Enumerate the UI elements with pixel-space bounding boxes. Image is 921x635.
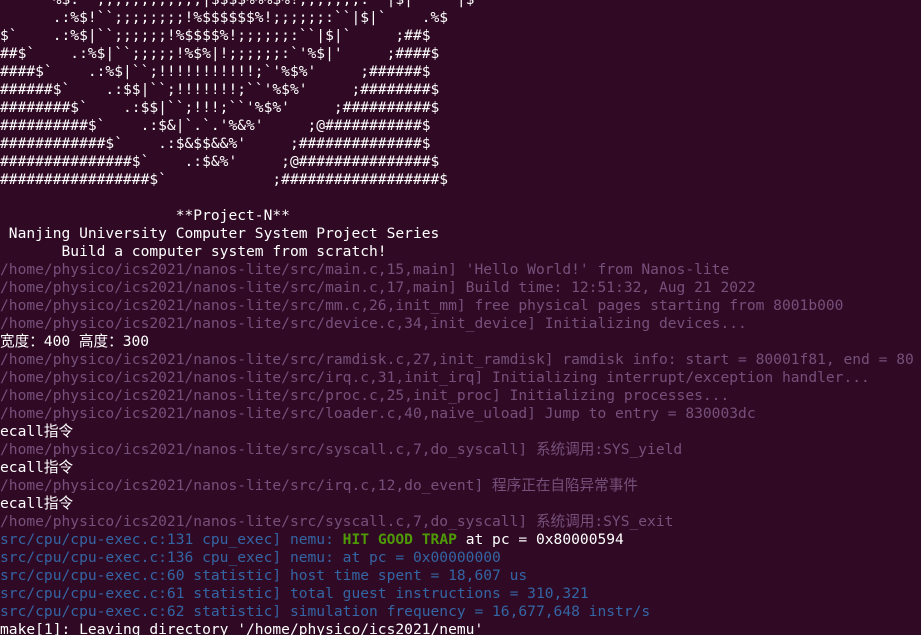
terminal-text: #################$` ;##################$ <box>0 171 449 188</box>
terminal-line: src/cpu/cpu-exec.c:62 statistic] simulat… <box>0 603 921 621</box>
terminal-line: /home/physico/ics2021/nanos-lite/src/sys… <box>0 513 921 531</box>
terminal-line: src/cpu/cpu-exec.c:136 cpu_exec] nemu: a… <box>0 549 921 567</box>
terminal-line: ###############$` .:$&%' ;@#############… <box>0 153 921 171</box>
terminal-text: /home/physico/ics2021/nanos-lite/src/dev… <box>0 315 747 332</box>
terminal-text: /home/physico/ics2021/nanos-lite/src/pro… <box>0 387 730 404</box>
terminal-line: /home/physico/ics2021/nanos-lite/src/irq… <box>0 477 921 495</box>
terminal-text: ecall指令 <box>0 495 74 512</box>
terminal-line: make[1]: Leaving directory '/home/physic… <box>0 621 921 635</box>
terminal-line: /home/physico/ics2021/nanos-lite/src/mai… <box>0 261 921 279</box>
terminal-text: HIT GOOD TRAP <box>342 531 457 548</box>
terminal-line: /home/physico/ics2021/nanos-lite/src/mm.… <box>0 297 921 315</box>
terminal-text: /home/physico/ics2021/nanos-lite/src/irq… <box>0 477 638 494</box>
terminal-line: 宽度：400 高度：300 <box>0 333 921 351</box>
terminal-text: ######$` .:$$|``;!!!!!!!;``'%$%' ;######… <box>0 81 440 98</box>
terminal-line: %$: ;;;;;;;;;;;;|$$$$%%%$%!;;;;;;;: |$| … <box>0 0 921 9</box>
terminal-text: /home/physico/ics2021/nanos-lite/src/loa… <box>0 405 756 422</box>
terminal-line: /home/physico/ics2021/nanos-lite/src/loa… <box>0 405 921 423</box>
terminal-line: #################$` ;##################$ <box>0 171 921 189</box>
terminal-text: /home/physico/ics2021/nanos-lite/src/sys… <box>0 513 674 530</box>
terminal-line: ##########$` .:$&|`.`.'%&%' ;@##########… <box>0 117 921 135</box>
terminal-text: ecall指令 <box>0 459 74 476</box>
terminal-text: /home/physico/ics2021/nanos-lite/src/irq… <box>0 369 870 386</box>
terminal-line: src/cpu/cpu-exec.c:131 cpu_exec] nemu: H… <box>0 531 921 549</box>
terminal-text: ##$` .:%$|``;;;;;!%$%|!;;;;;;:`'%$|' ;##… <box>0 45 440 62</box>
terminal-line: ####$` .:%$|``;!!!!!!!!!!!;`'%$%' ;#####… <box>0 63 921 81</box>
terminal-text: ####$` .:%$|``;!!!!!!!!!!!;`'%$%' ;#####… <box>0 63 431 80</box>
terminal-output: %$: ;;;;;;;;;;;;|$$$$%%%$%!;;;;;;;: |$| … <box>0 0 921 635</box>
terminal-window[interactable]: %$: ;;;;;;;;;;;;|$$$$%%%$%!;;;;;;;: |$| … <box>0 0 921 635</box>
terminal-line: /home/physico/ics2021/nanos-lite/src/ram… <box>0 351 921 369</box>
terminal-line: $` .:%$|``;;;;;;!%$$$$%!;;;;;;:``|$|` ;#… <box>0 27 921 45</box>
terminal-text: make[1]: Leaving directory '/home/physic… <box>0 621 484 635</box>
terminal-text: ############$` .:$&$$&&%' ;#############… <box>0 135 431 152</box>
terminal-text: .:%$!``;;;;;;;;!%$$$$$$%!;;;;;;:``|$|` .… <box>0 9 449 26</box>
terminal-line: /home/physico/ics2021/nanos-lite/src/dev… <box>0 315 921 333</box>
terminal-text: src/cpu/cpu-exec.c:62 statistic] simulat… <box>0 603 651 620</box>
terminal-text: %$: ;;;;;;;;;;;;|$$$$%%%$%!;;;;;;;: |$| … <box>0 0 475 8</box>
terminal-text: ecall指令 <box>0 423 74 440</box>
terminal-line: src/cpu/cpu-exec.c:60 statistic] host ti… <box>0 567 921 585</box>
terminal-text: ##########$` .:$&|`.`.'%&%' ;@##########… <box>0 117 431 134</box>
terminal-line: /home/physico/ics2021/nanos-lite/src/pro… <box>0 387 921 405</box>
terminal-text: $` .:%$|``;;;;;;!%$$$$%!;;;;;;:``|$|` ;#… <box>0 27 431 44</box>
terminal-text: src/cpu/cpu-exec.c:60 statistic] host ti… <box>0 567 528 584</box>
terminal-text: /home/physico/ics2021/nanos-lite/src/sys… <box>0 441 683 458</box>
terminal-text: **Project-N** <box>0 207 290 224</box>
terminal-text: 宽度：400 高度：300 <box>0 333 150 350</box>
terminal-text: Nanjing University Computer System Proje… <box>0 225 440 242</box>
terminal-line: ecall指令 <box>0 423 921 441</box>
terminal-line: /home/physico/ics2021/nanos-lite/src/mai… <box>0 279 921 297</box>
terminal-line: /home/physico/ics2021/nanos-lite/src/sys… <box>0 441 921 459</box>
terminal-line: ######$` .:$$|``;!!!!!!!;``'%$%' ;######… <box>0 81 921 99</box>
terminal-text: /home/physico/ics2021/nanos-lite/src/mai… <box>0 279 756 296</box>
terminal-line: **Project-N** <box>0 207 921 225</box>
terminal-line: ############$` .:$&$$&&%' ;#############… <box>0 135 921 153</box>
terminal-line: ########$` .:$$|``;!!!;``'%$%' ;########… <box>0 99 921 117</box>
terminal-line: Nanjing University Computer System Proje… <box>0 225 921 243</box>
terminal-text: /home/physico/ics2021/nanos-lite/src/mai… <box>0 261 730 278</box>
terminal-text: ########$` .:$$|``;!!!;``'%$%' ;########… <box>0 99 440 116</box>
terminal-text: at pc = 0x80000594 <box>456 531 624 548</box>
terminal-text: ###############$` .:$&%' ;@#############… <box>0 153 440 170</box>
terminal-line: /home/physico/ics2021/nanos-lite/src/irq… <box>0 369 921 387</box>
terminal-line: ecall指令 <box>0 459 921 477</box>
terminal-line: src/cpu/cpu-exec.c:61 statistic] total g… <box>0 585 921 603</box>
terminal-text: src/cpu/cpu-exec.c:131 cpu_exec] nemu: <box>0 531 343 548</box>
terminal-text: src/cpu/cpu-exec.c:61 statistic] total g… <box>0 585 589 602</box>
terminal-line: .:%$!``;;;;;;;;!%$$$$$$%!;;;;;;:``|$|` .… <box>0 9 921 27</box>
terminal-line: ecall指令 <box>0 495 921 513</box>
terminal-text: src/cpu/cpu-exec.c:136 cpu_exec] nemu: a… <box>0 549 501 566</box>
terminal-text: /home/physico/ics2021/nanos-lite/src/mm.… <box>0 297 844 314</box>
terminal-text: /home/physico/ics2021/nanos-lite/src/ram… <box>0 351 914 368</box>
terminal-line: ##$` .:%$|``;;;;;!%$%|!;;;;;;:`'%$|' ;##… <box>0 45 921 63</box>
terminal-line: Build a computer system from scratch! <box>0 243 921 261</box>
terminal-text: Build a computer system from scratch! <box>0 243 387 260</box>
